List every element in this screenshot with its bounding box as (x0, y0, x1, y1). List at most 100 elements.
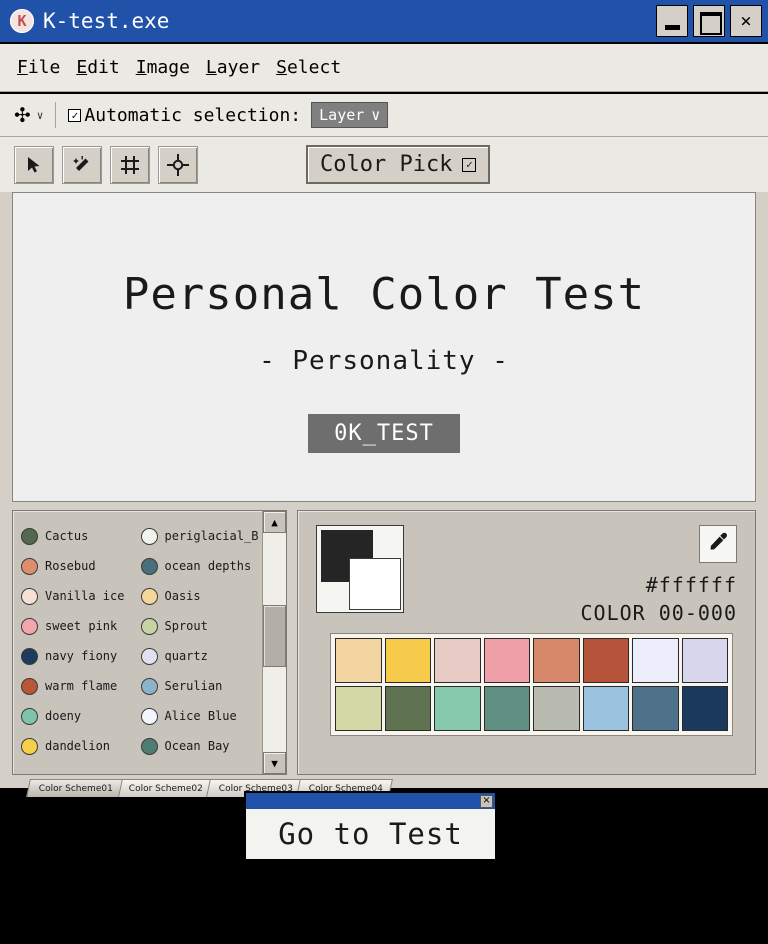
color-swatch[interactable] (483, 638, 530, 683)
scroll-down-button[interactable]: ▼ (263, 752, 286, 774)
color-list-item[interactable]: quartz (140, 641, 259, 671)
color-swatch[interactable] (533, 638, 580, 683)
color-list-item[interactable]: Alice Blue (140, 701, 259, 731)
scrollbar-track[interactable] (263, 533, 286, 752)
color-list-item[interactable]: periglacial_B (140, 521, 259, 551)
color-dot-icon (21, 707, 38, 725)
color-pick-checkbox-icon[interactable]: ✓ (462, 157, 477, 172)
menu-item-image[interactable]: Image (135, 55, 191, 80)
color-swatch[interactable] (632, 638, 679, 683)
tab-color-scheme-2[interactable]: Color Scheme02 (116, 779, 213, 797)
color-dot-icon (140, 647, 158, 665)
triangle-up-icon: ▲ (271, 515, 278, 529)
tab-color-scheme-1[interactable]: Color Scheme01 (26, 779, 123, 797)
tool-strip: Color Pick ✓ (0, 137, 768, 192)
color-list-item-label: periglacial_B (164, 529, 259, 543)
color-swatch[interactable] (582, 638, 629, 683)
chevron-down-icon[interactable]: ∨ (37, 109, 44, 122)
eyedropper-button[interactable] (699, 525, 737, 563)
menu-item-select[interactable]: Select (275, 55, 342, 80)
menu-item-file[interactable]: File (16, 55, 61, 80)
color-swatch[interactable] (384, 638, 431, 683)
dialog-close-button[interactable]: × (480, 794, 493, 808)
window-titlebar[interactable]: K K-test.exe × (0, 0, 768, 44)
color-list-item[interactable]: Cactus (21, 521, 139, 551)
dialog-body: Go to Test (246, 809, 495, 859)
color-dot-icon (21, 587, 38, 605)
color-list-item[interactable]: Serulian (140, 671, 259, 701)
scrollbar-thumb[interactable] (263, 605, 286, 667)
menu-item-label: ile (27, 57, 61, 78)
color-swatch[interactable] (582, 686, 629, 731)
color-swatch[interactable] (335, 638, 382, 683)
color-swatch[interactable] (384, 686, 431, 731)
color-list-item-label: Serulian (164, 679, 223, 693)
color-list-item[interactable]: ocean depths (140, 551, 259, 581)
color-list-item[interactable]: dandelion (21, 731, 139, 761)
color-list-scrollbar[interactable]: ▲ ▼ (262, 511, 286, 774)
magic-wand-tool-button[interactable] (62, 145, 102, 184)
target-icon (167, 153, 189, 176)
color-dot-icon (21, 527, 38, 545)
color-list-item-label: Ocean Bay (164, 739, 230, 753)
move-tool-icon[interactable]: ✣ (14, 105, 31, 125)
maximize-button[interactable] (693, 5, 725, 37)
color-list-item-label: sweet pink (45, 619, 118, 633)
window-controls: × (656, 5, 762, 37)
color-list-item[interactable]: Sprout (140, 611, 259, 641)
swatch-grid-container (330, 633, 733, 736)
color-list-item-label: Sprout (164, 619, 208, 633)
color-dot-icon (140, 707, 158, 725)
color-swatch[interactable] (681, 638, 728, 683)
close-button[interactable]: × (730, 5, 762, 37)
color-swatch[interactable] (434, 638, 481, 683)
menu-accelerator: E (76, 57, 88, 78)
color-list-item-label: quartz (164, 649, 208, 663)
menu-item-layer[interactable]: Layer (205, 55, 261, 80)
color-list-item[interactable]: sweet pink (21, 611, 139, 641)
menu-item-edit[interactable]: Edit (75, 55, 120, 80)
color-list-item-label: Cactus (45, 529, 89, 543)
color-list-item[interactable]: Ocean Bay (140, 731, 259, 761)
dialog-titlebar[interactable]: × (246, 793, 495, 809)
menu-accelerator: L (205, 57, 217, 78)
eyedropper-icon (707, 531, 729, 557)
color-list-item[interactable]: navy fiony (21, 641, 139, 671)
color-dot-icon (21, 557, 38, 575)
color-list-item[interactable]: Vanilla ice (21, 581, 139, 611)
color-list-item-label: Rosebud (45, 559, 96, 573)
menu-item-label: ayer (216, 57, 261, 78)
color-list-item-label: Oasis (164, 589, 201, 603)
color-swatch[interactable] (434, 686, 481, 731)
color-list-item[interactable]: Oasis (140, 581, 259, 611)
color-swatch[interactable] (681, 686, 728, 731)
color-list-item[interactable]: doeny (21, 701, 139, 731)
color-dot-icon (21, 677, 38, 695)
color-list-item[interactable]: warm flame (21, 671, 139, 701)
color-swatch[interactable] (483, 686, 530, 731)
color-list-item-label: warm flame (45, 679, 118, 693)
menubar: File Edit Image Layer Select (0, 44, 768, 92)
ok-test-button[interactable]: 0K_TEST (308, 414, 460, 453)
color-swatch[interactable] (335, 686, 382, 731)
page-title: Personal Color Test (122, 269, 646, 320)
minimize-button[interactable] (656, 5, 688, 37)
color-pick-button[interactable]: Color Pick ✓ (306, 145, 491, 184)
layer-select-dropdown[interactable]: Layer ∨ (311, 102, 389, 128)
color-swatch[interactable] (533, 686, 580, 731)
color-list-item-label: ocean depths (164, 559, 252, 573)
target-tool-button[interactable] (158, 145, 198, 184)
layer-select-value: Layer (319, 106, 365, 124)
color-dot-icon (140, 557, 158, 575)
foreground-background-color-selector[interactable] (316, 525, 404, 613)
automatic-selection-checkbox[interactable]: ✓ (68, 108, 82, 122)
color-swatch[interactable] (632, 686, 679, 731)
chevron-down-icon: ∨ (371, 106, 381, 124)
color-dot-icon (140, 587, 158, 605)
color-list-item[interactable]: Rosebud (21, 551, 139, 581)
go-to-test-button[interactable]: Go to Test (278, 817, 463, 851)
pointer-tool-button[interactable] (14, 145, 54, 184)
scroll-up-button[interactable]: ▲ (263, 511, 286, 533)
crop-tool-button[interactable] (110, 145, 150, 184)
background-color-swatch[interactable] (349, 558, 401, 610)
